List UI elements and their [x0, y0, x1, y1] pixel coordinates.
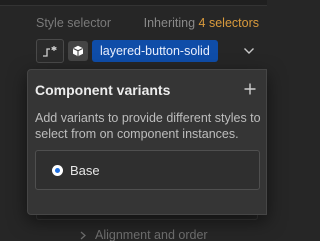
- section-label: Alignment and order: [95, 228, 208, 241]
- variant-item-base[interactable]: Base: [35, 150, 260, 190]
- popover-description: Add variants to provide different styles…: [35, 111, 261, 141]
- variant-radio[interactable]: [52, 164, 63, 176]
- style-selector-header: Style selector Inheriting 4 selectors: [36, 14, 259, 32]
- add-variant-button[interactable]: [240, 79, 260, 99]
- style-selector-label: Style selector: [36, 16, 112, 30]
- component-cube-icon: [73, 45, 83, 57]
- chevron-right-icon: [80, 231, 86, 239]
- component-variants-popover: Component variants Add variants to provi…: [27, 69, 267, 215]
- inheriting-indicator[interactable]: Inheriting 4 selectors: [144, 16, 259, 30]
- inheriting-count[interactable]: 4 selectors: [199, 16, 259, 30]
- component-button[interactable]: [68, 41, 88, 61]
- section-alignment-and-order[interactable]: Alignment and order: [80, 228, 208, 241]
- style-panel: Style selector Inheriting 4 selectors la…: [0, 0, 267, 241]
- style-manager-button[interactable]: [36, 39, 64, 63]
- selector-combo: layered-button-solid: [36, 38, 258, 64]
- chevron-down-icon: [244, 48, 254, 54]
- class-pill[interactable]: layered-button-solid: [92, 40, 218, 62]
- plus-icon: [244, 83, 256, 95]
- top-strip: [0, 0, 267, 6]
- variant-label: Base: [70, 162, 100, 178]
- popover-title: Component variants: [35, 82, 171, 98]
- selector-dropdown-button[interactable]: [240, 41, 258, 61]
- inheriting-prefix: Inheriting: [143, 16, 196, 30]
- radio-selected-dot: [55, 167, 60, 173]
- selector-star-icon: [43, 46, 57, 57]
